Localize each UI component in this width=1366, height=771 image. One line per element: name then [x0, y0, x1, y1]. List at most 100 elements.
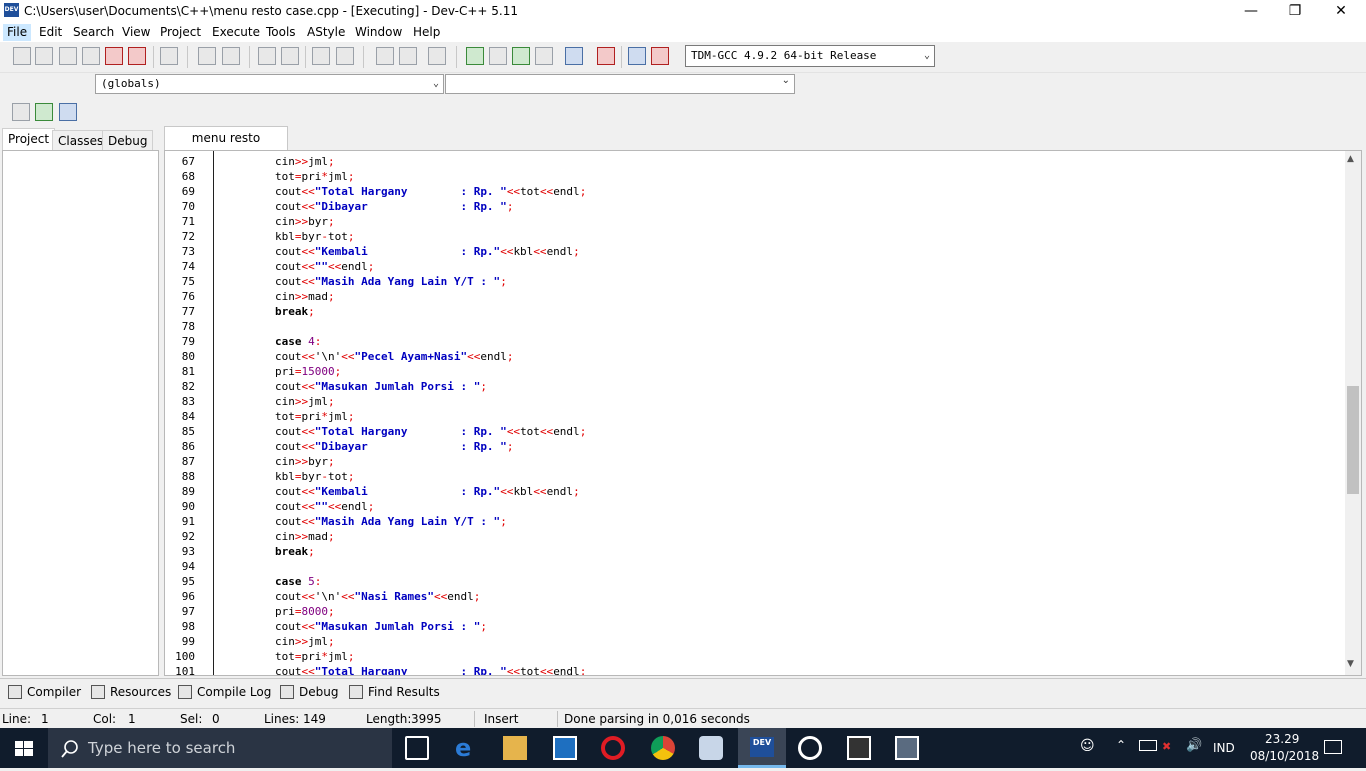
notifications-icon[interactable]: [1324, 740, 1342, 754]
redo-icon[interactable]: [222, 47, 240, 65]
line-number: 81: [181, 365, 195, 378]
calculator-icon[interactable]: [847, 736, 871, 760]
edge-browser-icon[interactable]: e: [455, 736, 479, 760]
tab-classes[interactable]: Classes: [52, 130, 110, 150]
scroll-down-icon[interactable]: ▼: [1347, 659, 1354, 669]
bookmark-icon[interactable]: [59, 103, 77, 121]
network-disconnected-icon[interactable]: ✖: [1162, 740, 1171, 753]
code-line: cout<<"Dibayar : Rp. ";: [275, 200, 514, 213]
delete-profile-icon[interactable]: [651, 47, 669, 65]
tab-debug[interactable]: Debug: [102, 130, 154, 150]
tab-find-results[interactable]: Find Results: [349, 683, 440, 701]
undo-icon[interactable]: [198, 47, 216, 65]
code-line: cout<<"Kembali : Rp."<<kbl<<endl;: [275, 245, 580, 258]
maximize-button[interactable]: ❐: [1272, 0, 1318, 22]
scrollbar-thumb[interactable]: [1347, 386, 1359, 494]
line-number: 68: [181, 170, 195, 183]
close-file-icon[interactable]: [105, 47, 123, 65]
replace-icon[interactable]: [281, 47, 299, 65]
goto-declaration-icon[interactable]: [35, 103, 53, 121]
close-all-icon[interactable]: [128, 47, 146, 65]
project-tree[interactable]: [2, 150, 159, 676]
store-icon[interactable]: [553, 736, 577, 760]
toggle-comment-icon[interactable]: [428, 47, 446, 65]
tab-compile-log[interactable]: Compile Log: [178, 683, 271, 701]
line-number: 84: [181, 410, 195, 423]
line-number: 96: [181, 590, 195, 603]
taskbar-search[interactable]: Type here to search: [48, 728, 392, 768]
insert-icon[interactable]: [12, 103, 30, 121]
unindent-icon[interactable]: [376, 47, 394, 65]
title-bar: DEV C:\Users\user\Documents\C++\menu res…: [0, 0, 1366, 22]
menu-bar: File Edit Search View Project Execute To…: [0, 22, 1366, 42]
menu-search[interactable]: Search: [73, 25, 114, 39]
rebuild-all-icon[interactable]: [535, 47, 553, 65]
open-file-icon[interactable]: [35, 47, 53, 65]
scope-select-value: (globals): [101, 77, 161, 90]
save-icon[interactable]: [59, 47, 77, 65]
toggle-bookmark-icon[interactable]: [336, 47, 354, 65]
editor-vertical-scrollbar[interactable]: ▲ ▼: [1345, 151, 1361, 675]
clock-date[interactable]: 08/10/2018: [1250, 749, 1319, 763]
scroll-up-icon[interactable]: ▲: [1347, 154, 1354, 164]
opera-icon[interactable]: [601, 736, 625, 760]
compiler-select[interactable]: TDM-GCC 4.9.2 64-bit Release ⌄: [685, 45, 935, 67]
close-button[interactable]: ✕: [1318, 0, 1364, 22]
menu-execute[interactable]: Execute: [212, 25, 260, 39]
indent-icon[interactable]: [399, 47, 417, 65]
task-view-icon[interactable]: [405, 736, 429, 760]
goto-line-icon[interactable]: [312, 47, 330, 65]
people-icon[interactable]: ☺: [1080, 738, 1095, 754]
console-window-icon[interactable]: [895, 736, 919, 760]
volume-icon[interactable]: 🔊: [1186, 738, 1202, 753]
minimize-button[interactable]: —: [1228, 0, 1274, 22]
language-indicator[interactable]: IND: [1213, 741, 1235, 755]
menu-tools[interactable]: Tools: [266, 25, 296, 39]
editor-tab-file[interactable]: menu resto case.cpp: [164, 126, 288, 167]
obs-icon[interactable]: [798, 736, 822, 760]
run-icon[interactable]: [489, 47, 507, 65]
scope-select[interactable]: (globals) ⌄: [95, 74, 444, 94]
chrome-icon[interactable]: [651, 736, 675, 760]
find-icon[interactable]: [258, 47, 276, 65]
resources-icon: [91, 685, 105, 699]
print-icon[interactable]: [160, 47, 178, 65]
code-line: tot=pri*jml;: [275, 410, 355, 423]
code-line: break;: [275, 305, 315, 318]
symbol-select[interactable]: ⌄: [445, 74, 795, 94]
chevron-up-icon[interactable]: ⌃: [1116, 738, 1126, 752]
tab-debug-output[interactable]: Debug: [280, 683, 338, 701]
tab-project[interactable]: Project: [2, 128, 56, 150]
paint-icon[interactable]: [699, 736, 723, 760]
code-editor[interactable]: 67 68 69 70 71 72 73 74 75 76 77 78 79 80 81 82 83 84 85 86…: [164, 150, 1362, 676]
battery-icon[interactable]: [1139, 740, 1157, 751]
menu-edit[interactable]: Edit: [39, 25, 62, 39]
new-file-icon[interactable]: [13, 47, 31, 65]
compile-run-icon[interactable]: [512, 47, 530, 65]
clock-time[interactable]: 23.29: [1265, 732, 1299, 746]
menu-window[interactable]: Window: [355, 25, 402, 39]
file-explorer-icon[interactable]: [503, 736, 527, 760]
stop-execution-icon[interactable]: [597, 47, 615, 65]
menu-file[interactable]: File: [3, 24, 32, 41]
menu-project[interactable]: Project: [160, 25, 201, 39]
save-all-icon[interactable]: [82, 47, 100, 65]
start-button[interactable]: [0, 728, 48, 768]
menu-help[interactable]: Help: [413, 25, 440, 39]
toolbar-separator: [153, 46, 154, 68]
profile-chart-icon[interactable]: [628, 47, 646, 65]
syntax-check-icon[interactable]: [565, 47, 583, 65]
toolbar-separator: [187, 46, 188, 68]
tab-find-results-label: Find Results: [368, 685, 440, 699]
tab-resources-label: Resources: [110, 685, 172, 699]
tab-resources[interactable]: Resources: [91, 683, 171, 701]
code-line: case 4:: [275, 335, 322, 348]
menu-astyle[interactable]: AStyle: [307, 25, 345, 39]
line-number: 74: [181, 260, 195, 273]
devcpp-app-icon: DEV: [4, 3, 19, 17]
line-number: 71: [181, 215, 195, 228]
tab-compiler[interactable]: Compiler: [8, 683, 81, 701]
compile-icon[interactable]: [466, 47, 484, 65]
menu-view[interactable]: View: [122, 25, 150, 39]
devcpp-taskbar-button[interactable]: DEV: [738, 728, 786, 768]
